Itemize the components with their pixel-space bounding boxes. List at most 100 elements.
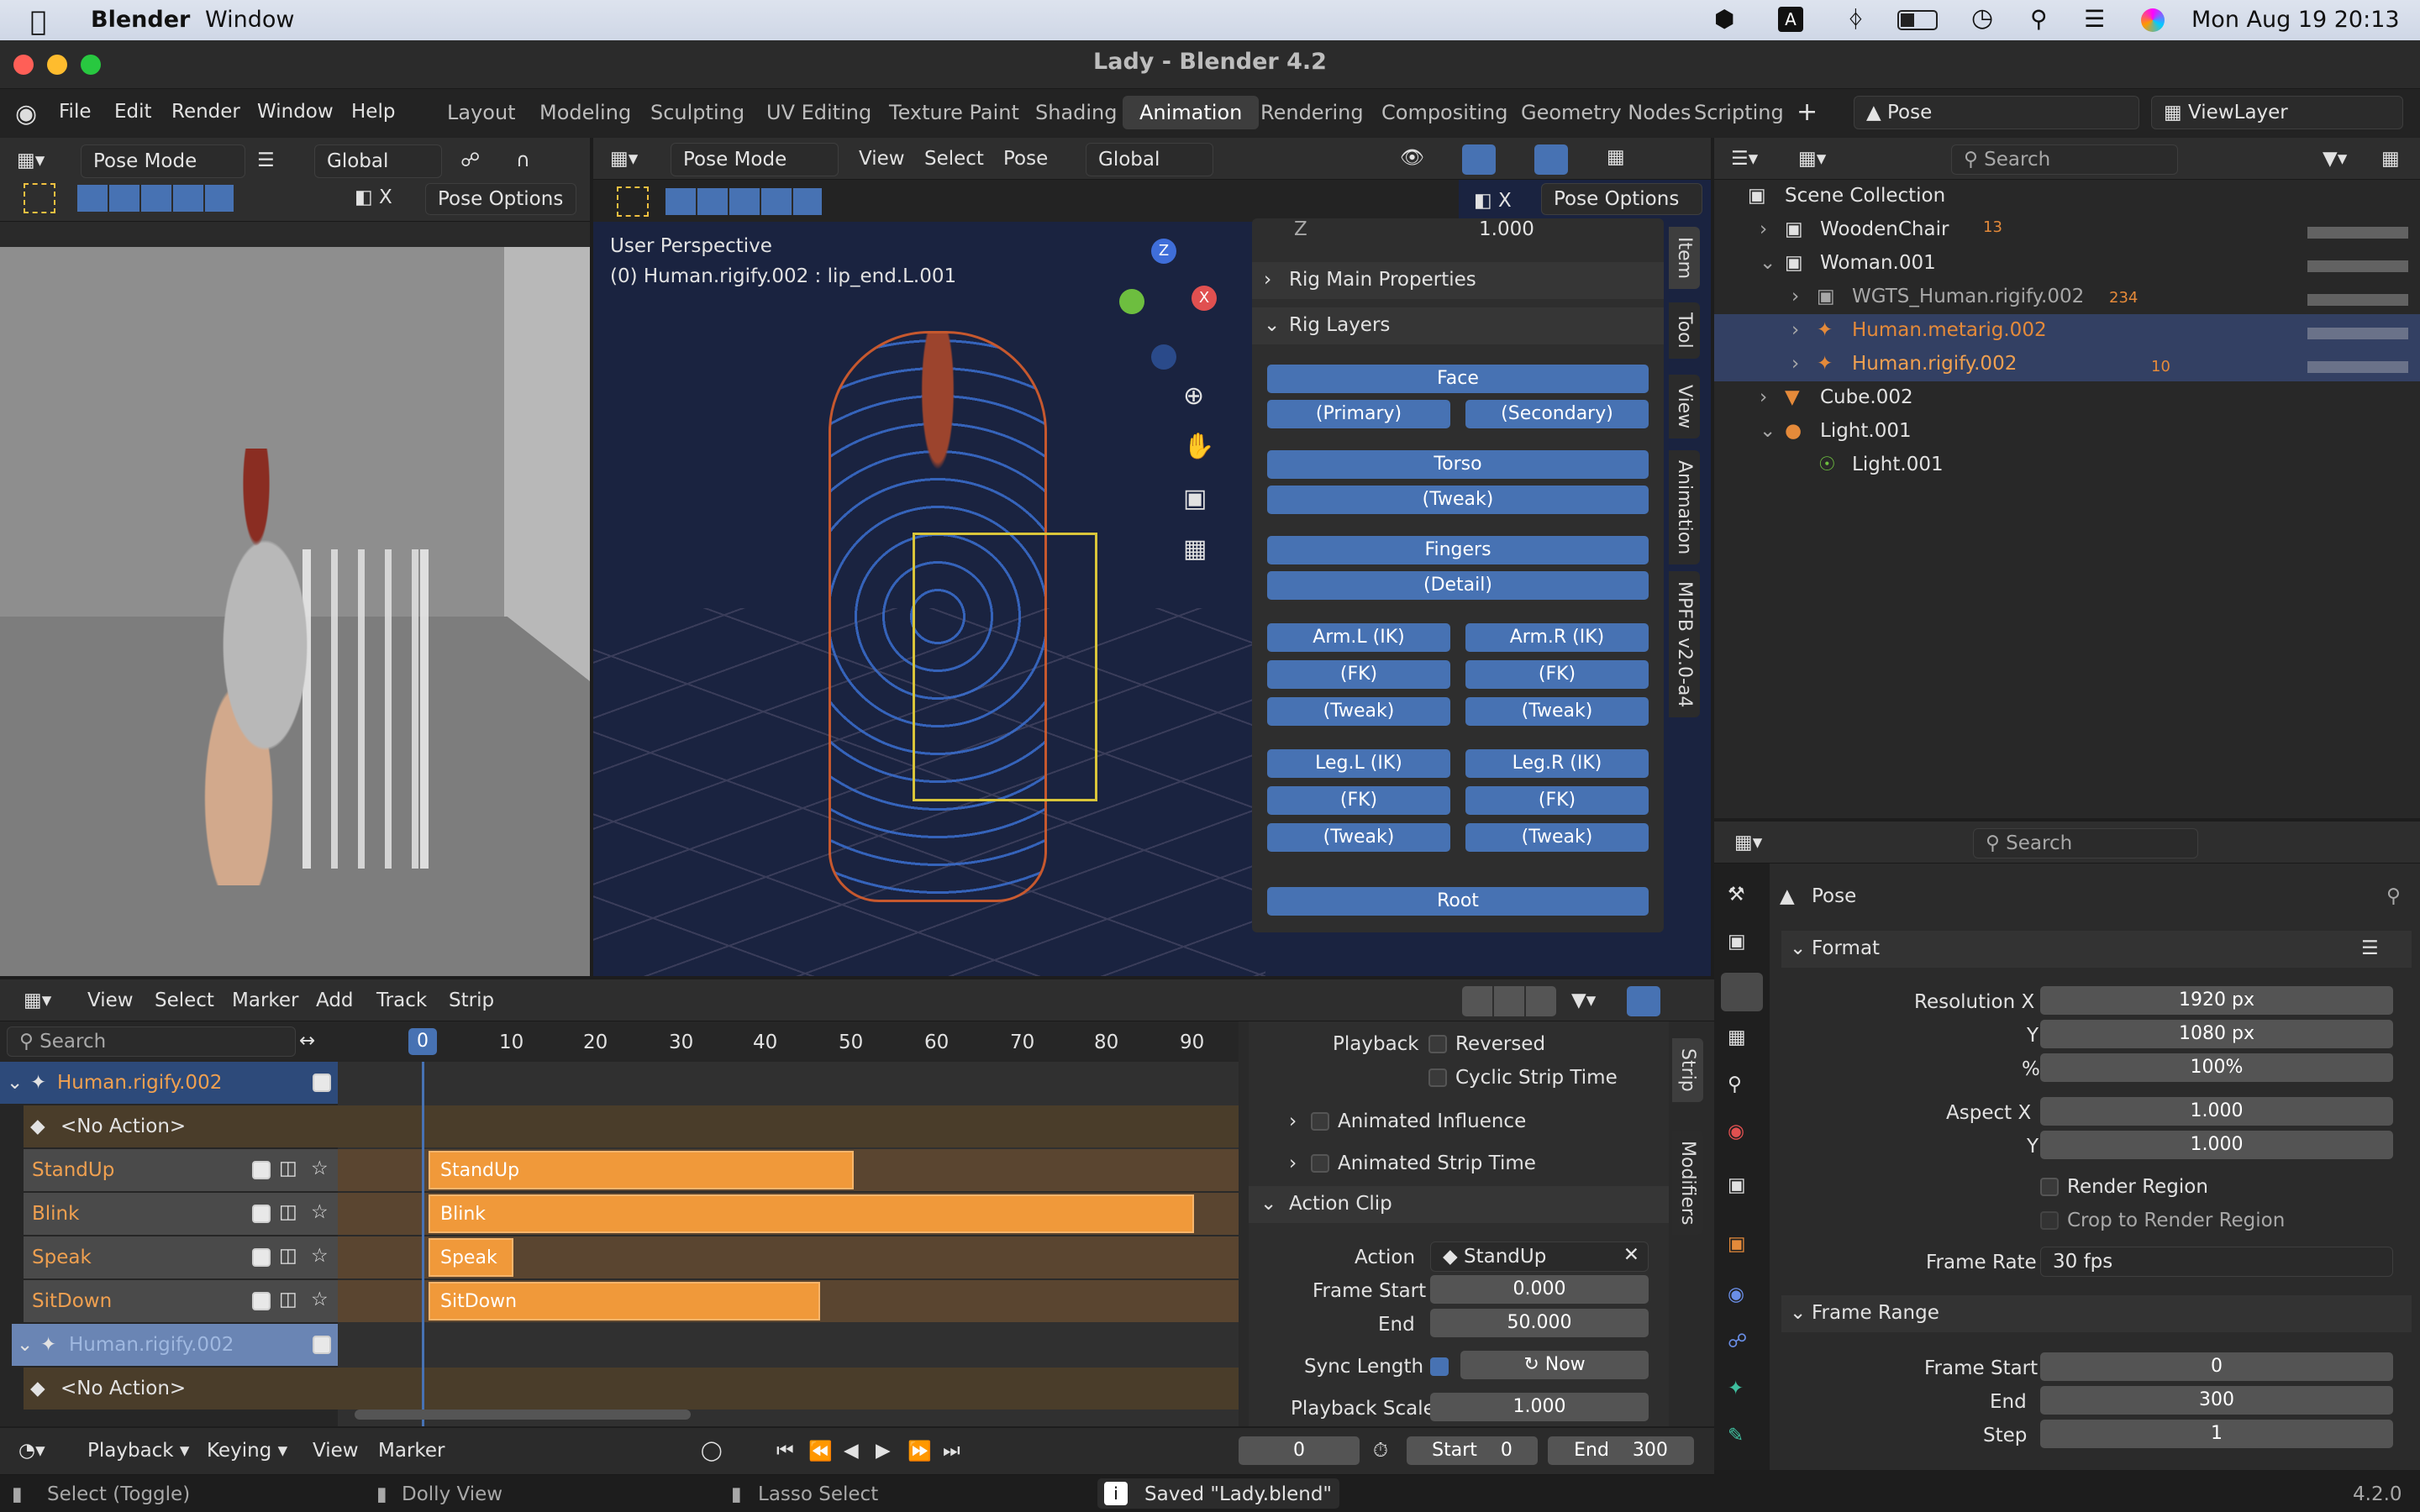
- left-mode-dropdown[interactable]: Pose Mode: [81, 144, 245, 178]
- properties-search[interactable]: ⚲ Search: [1973, 828, 2198, 858]
- tab-view[interactable]: View: [1669, 375, 1700, 439]
- lock-icon[interactable]: ◫: [279, 1158, 297, 1179]
- star-icon[interactable]: ☆: [311, 1158, 329, 1179]
- layer-torso-tweak-button[interactable]: (Tweak): [1267, 486, 1649, 514]
- rig-layers-header[interactable]: ⌄ Rig Layers: [1252, 307, 1664, 344]
- jump-start-icon[interactable]: ⏮: [776, 1440, 794, 1462]
- main-select-tool-icon[interactable]: [617, 186, 649, 217]
- tab-strip[interactable]: Strip: [1672, 1038, 1703, 1102]
- lock-icon[interactable]: ◫: [279, 1201, 297, 1223]
- tool-tab-icon[interactable]: ⚒: [1728, 884, 1745, 906]
- playback-scale-field[interactable]: 1.000: [1430, 1393, 1649, 1421]
- outliner-visibility-column[interactable]: [2307, 218, 2408, 395]
- layer-arm-l-tweak-button[interactable]: (Tweak): [1267, 697, 1450, 726]
- bluetooth-icon[interactable]: ᛄ: [1849, 5, 1863, 33]
- main-editor-type-icon[interactable]: ▦▾: [610, 148, 638, 170]
- timeline-playback-menu[interactable]: Playback ▾: [87, 1440, 189, 1462]
- layer-leg-l-tweak-button[interactable]: (Tweak): [1267, 823, 1450, 852]
- main-orientation-dropdown[interactable]: Global: [1086, 143, 1213, 176]
- editor-type-icon[interactable]: ▦▾: [17, 150, 45, 171]
- blender-logo-icon[interactable]: ◉: [15, 99, 37, 129]
- chevron-right-icon[interactable]: ›: [1289, 1110, 1297, 1132]
- camera-view-icon[interactable]: ▣: [1183, 484, 1207, 513]
- star-icon[interactable]: ☆: [311, 1245, 329, 1267]
- physics-tab-icon[interactable]: ◉: [1728, 1284, 1744, 1305]
- tab-uv-editing[interactable]: UV Editing: [750, 96, 888, 129]
- tab-item[interactable]: Item: [1669, 227, 1700, 290]
- nla-menu-select[interactable]: Select: [155, 990, 214, 1011]
- timeline-editor-icon[interactable]: ◔▾: [18, 1440, 45, 1462]
- track-standup[interactable]: StandUp ◫ ☆: [24, 1149, 338, 1191]
- pan-hand-icon[interactable]: ✋: [1183, 432, 1214, 461]
- tab-compositing[interactable]: Compositing: [1365, 96, 1524, 129]
- nla-select-icons[interactable]: [1462, 986, 1556, 1016]
- menu-help[interactable]: Help: [351, 101, 395, 123]
- res-x-field[interactable]: 1920 px: [2040, 986, 2393, 1015]
- layer-fingers-button[interactable]: Fingers: [1267, 536, 1649, 564]
- output-tab-icon[interactable]: [1721, 973, 1763, 1011]
- tab-shading[interactable]: Shading: [1018, 96, 1134, 129]
- play-reverse-icon[interactable]: ◀: [844, 1440, 859, 1462]
- nla-menu-strip[interactable]: Strip: [449, 990, 494, 1011]
- anim-influence-checkbox[interactable]: [1311, 1112, 1329, 1131]
- layer-leg-l-ik-button[interactable]: Leg.L (IK): [1267, 749, 1450, 778]
- select-tool-icon[interactable]: [24, 183, 55, 213]
- app-menu[interactable]: Blender: [91, 7, 190, 33]
- start-frame-field[interactable]: Start 0: [1407, 1436, 1538, 1465]
- xray-icon[interactable]: ▦: [1607, 146, 1625, 168]
- pivot-icon[interactable]: ☍: [460, 150, 480, 171]
- view-layer-tab-icon[interactable]: ▦: [1728, 1026, 1746, 1048]
- filter-icon[interactable]: ▼▾: [2323, 148, 2347, 170]
- crop-checkbox[interactable]: [2040, 1211, 2059, 1230]
- left-orientation-dropdown[interactable]: Global: [314, 144, 442, 178]
- gizmo-z-axis[interactable]: Z: [1151, 239, 1176, 264]
- nla-menu-view[interactable]: View: [87, 990, 134, 1011]
- prev-keyframe-icon[interactable]: ⏪: [808, 1440, 833, 1462]
- main-selection-mode-icons[interactable]: [666, 188, 822, 215]
- clip-end-field[interactable]: 50.000: [1430, 1309, 1649, 1337]
- timeline-view-menu[interactable]: View: [313, 1440, 359, 1462]
- gizmo-toggle-icon[interactable]: [1462, 144, 1496, 175]
- playhead-line[interactable]: [422, 1062, 424, 1426]
- main-mode-dropdown[interactable]: Pose Mode: [671, 143, 839, 176]
- apple-icon[interactable]: : [30, 5, 46, 37]
- layer-torso-button[interactable]: Torso: [1267, 450, 1649, 479]
- jump-end-icon[interactable]: ⏭: [943, 1440, 960, 1462]
- tab-layout[interactable]: Layout: [430, 96, 533, 129]
- overlay-toggle-icon[interactable]: [1534, 144, 1568, 175]
- zoom-icon[interactable]: ⊕: [1183, 381, 1204, 411]
- timeline-marker-menu[interactable]: Marker: [378, 1440, 445, 1462]
- end-frame-field[interactable]: End 300: [1548, 1436, 1694, 1465]
- nla-filter-icon[interactable]: ▼▾: [1571, 990, 1596, 1011]
- track-checkbox[interactable]: [313, 1074, 331, 1092]
- gizmo-y-axis[interactable]: [1119, 289, 1144, 314]
- tab-modifiers[interactable]: Modifiers: [1672, 1131, 1703, 1236]
- format-panel-header[interactable]: ⌄ Format ☰: [1781, 931, 2412, 968]
- sync-now-button[interactable]: ↻ Now: [1460, 1351, 1649, 1379]
- frame-range-panel-header[interactable]: ⌄ Frame Range: [1781, 1295, 2412, 1332]
- presets-icon[interactable]: ☰: [2361, 937, 2379, 959]
- frame-step-field[interactable]: 1: [2040, 1420, 2393, 1448]
- nla-sync-icon[interactable]: [1627, 986, 1660, 1016]
- clip-start-field[interactable]: 0.000: [1430, 1275, 1649, 1304]
- tab-animation-panel[interactable]: Animation: [1669, 450, 1700, 565]
- layer-arm-r-fk-button[interactable]: (FK): [1465, 660, 1649, 689]
- main-pose-options[interactable]: Pose Options: [1541, 183, 1702, 215]
- anim-influence-label[interactable]: Animated Influence: [1338, 1110, 1526, 1132]
- layer-leg-r-tweak-button[interactable]: (Tweak): [1465, 823, 1649, 852]
- frame-end-field[interactable]: 300: [2040, 1386, 2393, 1415]
- nla-hscrollbar[interactable]: [355, 1410, 691, 1420]
- sync-length-checkbox[interactable]: [1430, 1357, 1449, 1376]
- star-icon[interactable]: ☆: [311, 1201, 329, 1223]
- battery-icon[interactable]: [1897, 10, 1938, 30]
- track-no-action-2[interactable]: ◆ <No Action>: [24, 1368, 338, 1410]
- aspect-x-field[interactable]: 1.000: [2040, 1097, 2393, 1126]
- action-selector[interactable]: ◆ StandUp ✕: [1430, 1242, 1649, 1272]
- nla-strip-blink[interactable]: Blink: [429, 1194, 1194, 1233]
- tab-rendering[interactable]: Rendering: [1244, 96, 1381, 129]
- layer-face-button[interactable]: Face: [1267, 365, 1649, 393]
- layer-face-primary-button[interactable]: (Primary): [1267, 400, 1450, 428]
- nla-menu-track[interactable]: Track: [376, 990, 427, 1011]
- anim-strip-time-checkbox[interactable]: [1311, 1154, 1329, 1173]
- object-tab-icon[interactable]: ▣: [1728, 1233, 1746, 1255]
